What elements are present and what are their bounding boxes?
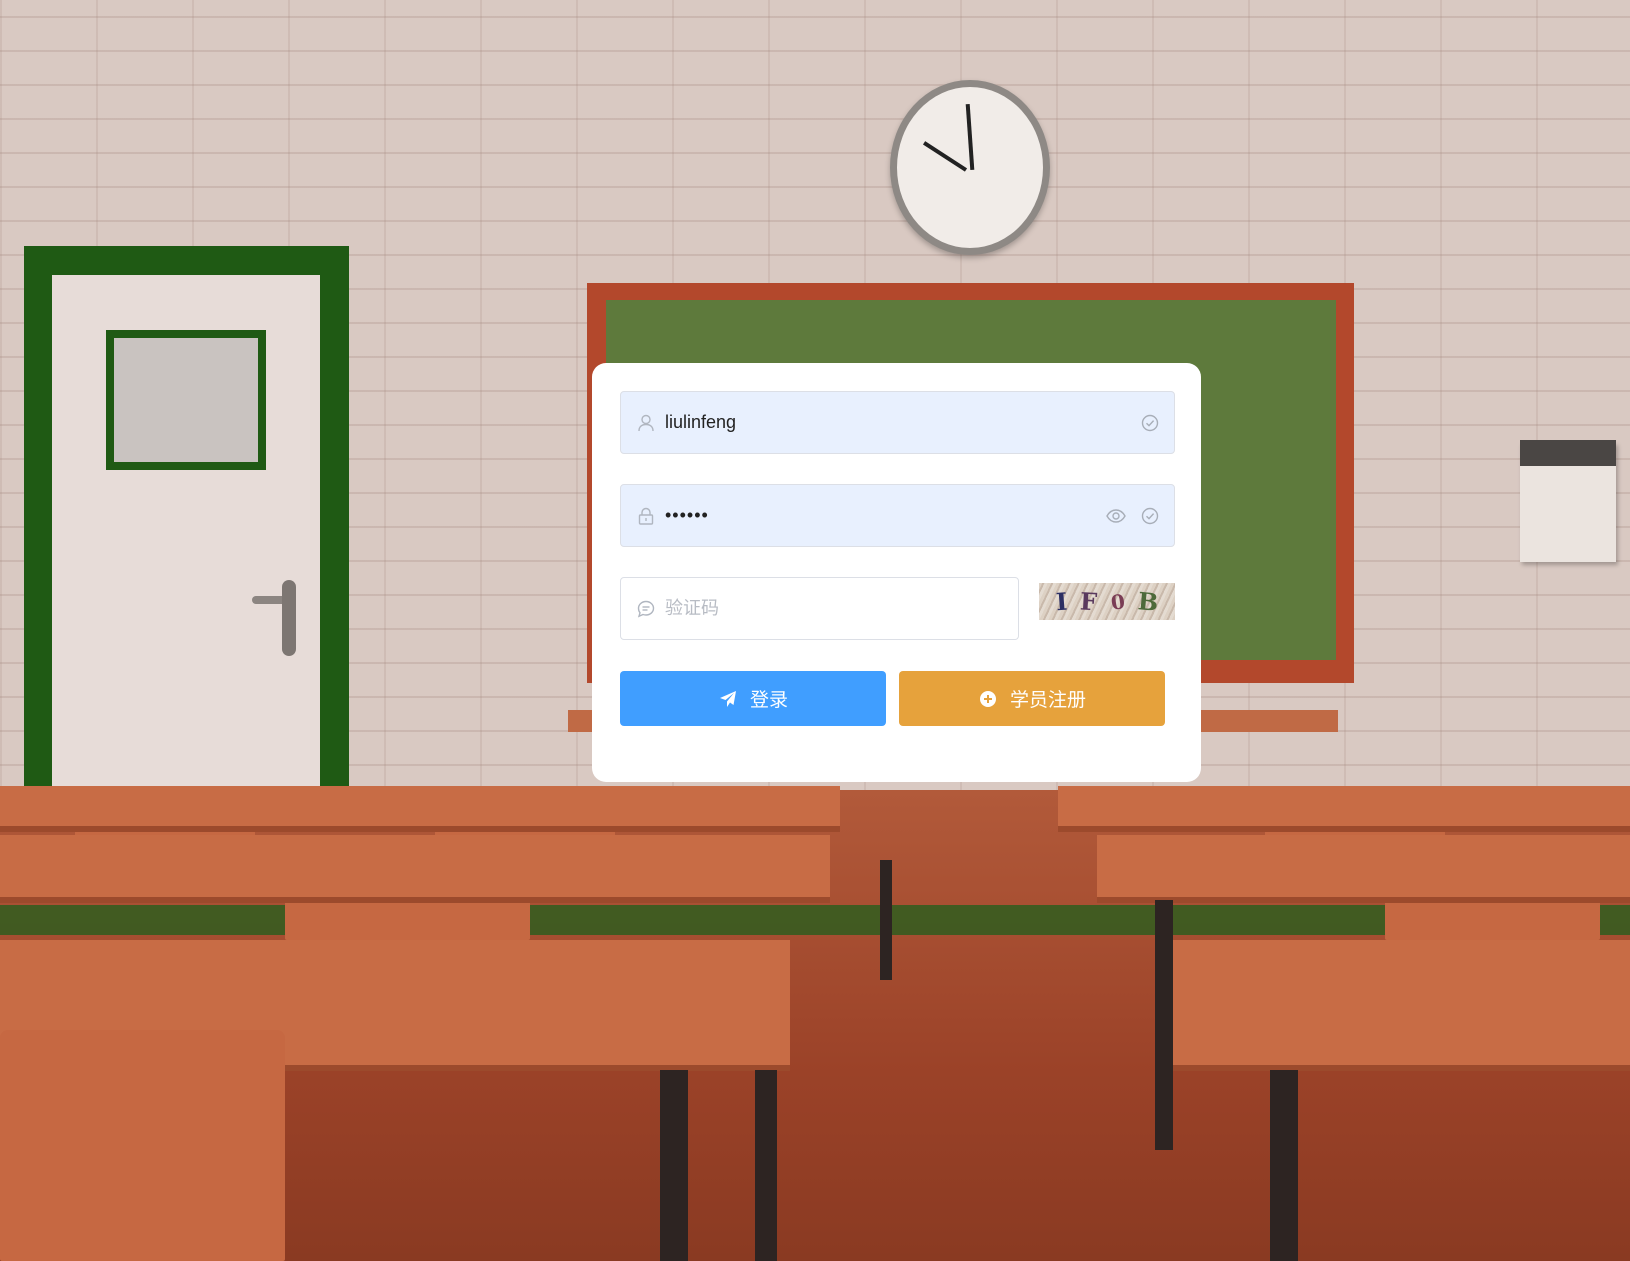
wall-calendar-binding xyxy=(1520,440,1616,466)
username-value[interactable]: liulinfeng xyxy=(665,412,1140,433)
desk-leg xyxy=(660,1070,688,1261)
desk-leg xyxy=(1270,1070,1298,1261)
register-button-label: 学员注册 xyxy=(1009,690,1086,711)
message-icon xyxy=(637,600,655,618)
lock-icon xyxy=(637,507,655,525)
desk-leg xyxy=(1155,900,1173,1150)
captcha-char: B xyxy=(1136,586,1160,617)
check-circle-icon xyxy=(1140,506,1160,526)
check-circle-icon xyxy=(1140,413,1160,433)
desk-leg xyxy=(755,1070,777,1261)
user-icon xyxy=(637,414,655,432)
login-button-label: 登录 xyxy=(749,690,788,711)
captcha-char: F xyxy=(1079,586,1099,617)
password-value[interactable]: •••••• xyxy=(665,505,1106,526)
desk xyxy=(1058,786,1630,826)
login-button[interactable]: 登录 xyxy=(620,671,886,726)
captcha-input[interactable] xyxy=(665,598,1018,619)
door-handle xyxy=(282,580,296,656)
desk xyxy=(1097,835,1630,897)
password-field[interactable]: •••••• xyxy=(620,484,1175,547)
username-field[interactable]: liulinfeng xyxy=(620,391,1175,454)
door-window xyxy=(106,330,266,470)
captcha-char: I xyxy=(1054,586,1068,617)
eye-icon[interactable] xyxy=(1106,506,1126,526)
captcha-image[interactable]: I F 0 B xyxy=(1039,583,1175,620)
desk xyxy=(0,786,840,826)
desk xyxy=(0,835,830,897)
desk xyxy=(1172,940,1630,1065)
captcha-char: 0 xyxy=(1109,588,1127,615)
captcha-field[interactable] xyxy=(620,577,1019,640)
send-icon xyxy=(718,689,738,709)
circle-plus-icon xyxy=(978,689,998,709)
desk-leg xyxy=(880,860,892,980)
chair xyxy=(0,1030,285,1261)
register-button[interactable]: 学员注册 xyxy=(899,671,1165,726)
